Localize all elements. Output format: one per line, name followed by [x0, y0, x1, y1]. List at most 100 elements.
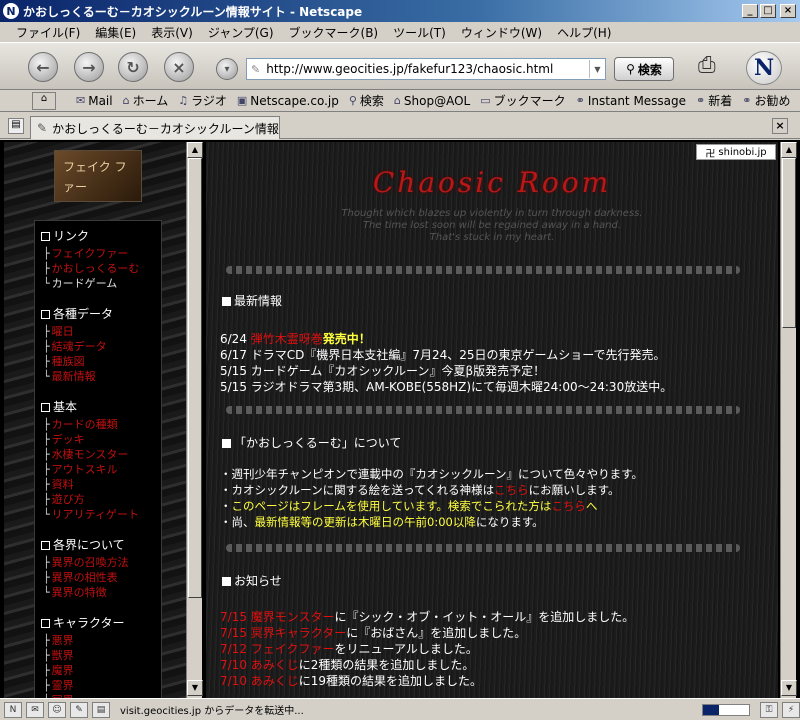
nav-link[interactable]: ├ 結魂データ [43, 339, 161, 354]
close-window-button[interactable]: × [780, 4, 796, 18]
scroll-down-arrow-icon[interactable]: ▼ [781, 680, 797, 696]
inline-link[interactable]: あみくじ [251, 674, 299, 688]
nav-link[interactable]: └ カードゲーム [43, 276, 161, 291]
url-dropdown-icon[interactable]: ▼ [589, 60, 605, 78]
inline-link[interactable]: こちら [494, 483, 529, 497]
pb-search[interactable]: ⚲ 検索 [349, 92, 384, 109]
aol-icon: ⌂ [393, 94, 401, 107]
notice-item: 7/10 あみくじに2種類の結果を追加しました。 [220, 656, 474, 673]
nav-link[interactable]: └ 異界の特徴 [43, 585, 161, 600]
line-text: に『シック・オブ・イット・オール』を追加しました。 [334, 610, 635, 624]
pb-mail[interactable]: ✉ Mail [76, 94, 113, 108]
nav-link[interactable]: ├ 悪界 [43, 633, 161, 648]
news-heading: 最新情報 [222, 292, 282, 309]
fakefur-logo[interactable]: フェイク ファー [54, 150, 142, 202]
menu-tools[interactable]: ツール(T) [393, 24, 446, 41]
close-tab-icon[interactable]: × [772, 118, 788, 134]
menu-view[interactable]: 表示(V) [151, 24, 193, 41]
nav-link[interactable]: ├ 獣界 [43, 648, 161, 663]
menu-window[interactable]: ウィンドウ(W) [461, 24, 542, 41]
shinobi-badge[interactable]: 卍 shinobi.jp [696, 144, 776, 160]
stop-button[interactable]: × [164, 52, 194, 82]
scroll-up-arrow-icon[interactable]: ▲ [781, 142, 797, 158]
nav-link[interactable]: ├ 異界の相性表 [43, 570, 161, 585]
nav-link[interactable]: ├ 異界の召喚方法 [43, 555, 161, 570]
main-frame-scrollbar[interactable]: ▲ ▼ [780, 142, 797, 698]
nav-link[interactable]: ├ デッキ [43, 432, 161, 447]
pb-radio-label: ラジオ [191, 94, 227, 108]
nav-link[interactable]: ├ カードの種類 [43, 417, 161, 432]
scroll-up-arrow-icon[interactable]: ▲ [187, 142, 203, 158]
inline-link[interactable]: 弾竹木霊呀巻 [251, 332, 323, 346]
maximize-button[interactable]: □ [760, 4, 776, 18]
aim-icon[interactable]: ☺ [48, 701, 66, 718]
menu-bookmarks[interactable]: ブックマーク(B) [289, 24, 379, 41]
pb-new[interactable]: ⚭ 新着 [696, 92, 732, 109]
inline-link[interactable]: あみくじ [251, 658, 299, 672]
nav-link[interactable]: ├ 霊界 [43, 678, 161, 693]
url-bar[interactable]: ✎ http://www.geocities.jp/fakefur123/cha… [246, 58, 606, 80]
nav-link[interactable]: ├ アウトスキル [43, 462, 161, 477]
address-book-icon[interactable]: ▤ [92, 701, 110, 718]
left-frame-scrollbar[interactable]: ▲ ▼ [186, 142, 203, 698]
news-item: 6/17 ドラマCD『機界日本支社編』7月24、25日の東京ゲームショーで先行発… [220, 348, 666, 362]
tab-chaosic-room[interactable]: ✎ かおしっくるーむ－カオシックルーン情報サイト [30, 116, 280, 139]
nav-link[interactable]: └ 最新情報 [43, 369, 161, 384]
nav-link[interactable]: ├ 資料 [43, 477, 161, 492]
pb-radio[interactable]: ♫ ラジオ [178, 92, 227, 109]
menu-go[interactable]: ジャンプ(G) [208, 24, 274, 41]
nav-link[interactable]: └ リアリティゲート [43, 507, 161, 522]
security-lock-icon[interactable]: ⚿ [760, 701, 778, 718]
composer-icon[interactable]: ✎ [70, 701, 88, 718]
pb-shop[interactable]: ⌂ Shop@AOL [394, 94, 470, 108]
inline-link[interactable]: フェイクファー [251, 642, 335, 656]
forward-button[interactable]: → [74, 52, 104, 82]
inline-link[interactable]: 魔界モンスター [251, 610, 335, 624]
notice-date: 7/12 [220, 642, 251, 656]
nav-link[interactable]: ├ 遊び方 [43, 492, 161, 507]
pb-home-label: ホーム [132, 94, 169, 108]
nav-link[interactable]: ├ 曜日 [43, 324, 161, 339]
main-scroll-thumb[interactable] [782, 158, 796, 328]
online-status-icon[interactable]: ⚡ [782, 701, 800, 718]
notice-date: 7/15 [220, 610, 251, 624]
nav-link[interactable]: ├ フェイクファー [43, 246, 161, 261]
line-text: ラジオドラマ第3期、AM-KOBE(558HZ)にて毎週木曜24:00～24:3… [250, 380, 673, 394]
menu-edit[interactable]: 編集(E) [95, 24, 136, 41]
netscape-logo-icon[interactable]: N [746, 51, 782, 85]
pb-instant-message[interactable]: ⚭ Instant Message [576, 94, 686, 108]
line-text: ドラマCD『機界日本支社編』7月24、25日の東京ゲームショーで先行発売。 [250, 348, 666, 362]
pb-home[interactable]: ⌂ ホーム [123, 92, 169, 109]
about-item: ・週刊少年チャンピオンで連載中の『カオシックルーン』について色々やります。 [220, 466, 643, 482]
inline-link[interactable]: 冥界キャラクター [251, 626, 347, 640]
menu-file[interactable]: ファイル(F) [16, 24, 80, 41]
nav-link[interactable]: ├ かおしっくるーむ [43, 261, 161, 276]
print-icon[interactable]: ⎙ [698, 53, 728, 81]
url-input[interactable]: http://www.geocities.jp/fakefur123/chaos… [266, 62, 589, 76]
back-button[interactable]: ← [28, 52, 58, 82]
line-text: になります。 [475, 515, 544, 529]
nav-link[interactable]: ├ 水棲モンスター [43, 447, 161, 462]
personal-toolbar: ✉ Mail ⌂ ホーム ♫ ラジオ ▣ Netscape.co.jp ⚲ 検索 ⌂ Sho… [0, 90, 800, 112]
mail-icon[interactable]: ✉ [26, 701, 44, 718]
scroll-down-arrow-icon[interactable]: ▼ [187, 680, 203, 696]
nav-link[interactable]: ├ 魔界 [43, 663, 161, 678]
chain-divider [226, 544, 740, 552]
history-dropdown-button[interactable]: ▾ [216, 58, 238, 80]
search-button[interactable]: ⚲ 検索 [614, 57, 674, 81]
inline-link[interactable]: こちら [551, 499, 586, 513]
sidebar-toggle-icon[interactable]: ▤ [8, 118, 24, 134]
left-scroll-thumb[interactable] [188, 158, 202, 598]
minimize-button[interactable]: _ [742, 4, 758, 18]
folder-icon: ▭ [480, 94, 491, 107]
nav-link[interactable]: ├ 種族図 [43, 354, 161, 369]
menu-help[interactable]: ヘルプ(H) [557, 24, 611, 41]
navigator-icon[interactable]: N [4, 701, 22, 718]
pb-netscape[interactable]: ▣ Netscape.co.jp [237, 94, 339, 108]
left-nav-panel: リンク ├ フェイクファー ├ かおしっくるーむ └ カードゲーム 各種データ ├ 曜日 ├ 結魂デー… [34, 220, 162, 698]
pb-recommend[interactable]: ⚭ お勧め [742, 92, 790, 109]
line-text: ・週刊少年チャンピオンで連載中の『カオシックルーン』について色々やります。 [220, 467, 643, 481]
pb-search-label: 検索 [359, 94, 384, 108]
pb-bookmarks[interactable]: ▭ ブックマーク [480, 92, 565, 109]
reload-button[interactable]: ↻ [118, 52, 148, 82]
